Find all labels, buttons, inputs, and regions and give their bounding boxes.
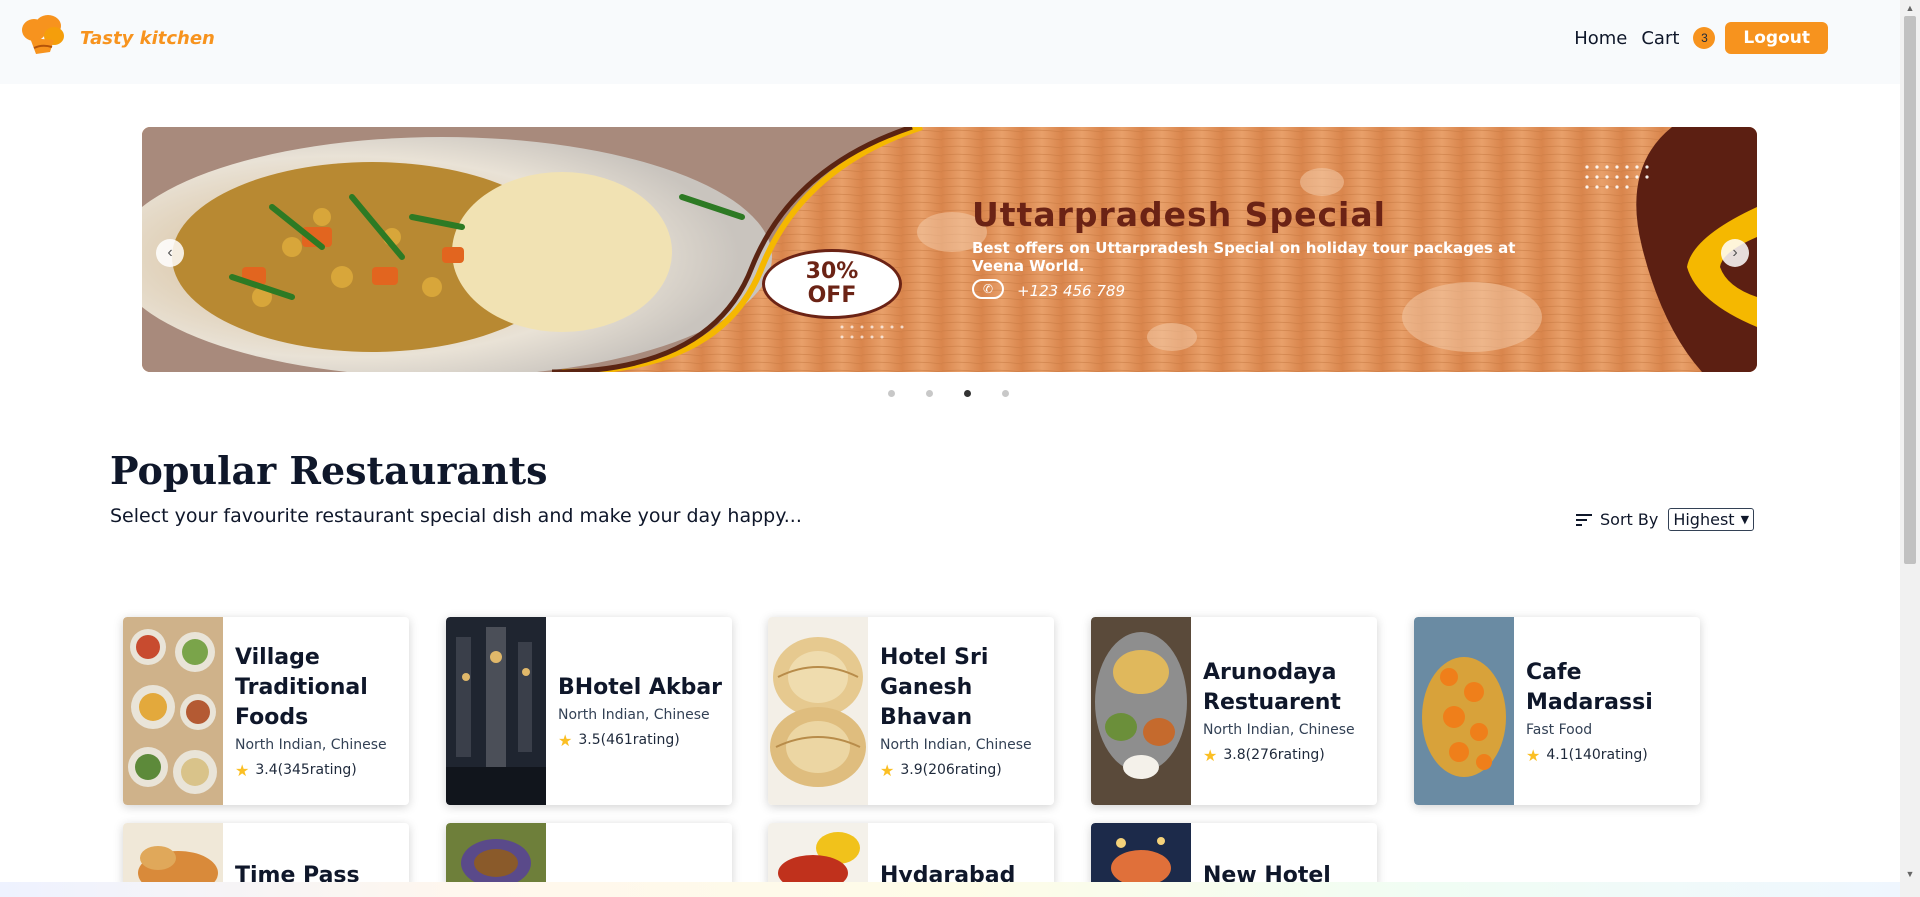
restaurant-cuisine: Fast Food [1526,721,1593,738]
cart-count-badge: 3 [1693,27,1716,49]
restaurant-cuisine: North Indian, Chinese [880,736,1032,753]
restaurant-name: Arunodaya Restuarent [1203,659,1341,715]
restaurant-card[interactable]: Cafe Madarassi Fast Food ★ 4.1(140rating) [1414,617,1700,805]
restaurant-card[interactable]: Hydarabad [768,823,1054,887]
restaurant-name: BHotel Akbar [558,674,723,700]
discount-badge: 30% OFF [762,249,902,319]
offers-carousel[interactable]: 30% OFF Uttarpradesh Special Best offers… [142,127,1757,372]
restaurant-thumbnail [123,617,223,805]
carousel-dots [888,390,1040,397]
restaurant-info: BHotel Akbar North Indian, Chinese ★ 3.5(… [558,617,728,805]
carousel-next-arrow-icon[interactable]: › [1721,239,1749,267]
sort-lines-icon [1576,513,1592,526]
rating-text: 3.9(206rating) [900,762,1002,778]
star-icon: ★ [558,730,573,750]
restaurant-info: Village Traditional Foods North Indian, … [235,617,405,805]
banner-description: Best offers on Uttarpradesh Special on h… [972,239,1516,275]
restaurant-name: Hotel Sri Ganesh Bhavan [880,644,989,730]
nav-home-link[interactable]: Home [1574,28,1627,49]
rating-text: 3.4(345rating) [255,762,357,778]
chef-hat-logo-icon[interactable] [20,14,66,56]
brand-name[interactable]: Tasty kitchen [80,28,215,49]
restaurant-thumbnail [123,823,223,887]
restaurant-info [558,823,728,887]
sort-control: Sort By Highest ▼ [1576,508,1755,531]
restaurant-card[interactable]: Hotel Sri Ganesh Bhavan North Indian, Ch… [768,617,1054,805]
restaurant-card[interactable]: New Hotel [1091,823,1377,887]
restaurant-info: Cafe Madarassi Fast Food ★ 4.1(140rating) [1526,617,1696,805]
carousel-prev-arrow-icon[interactable]: ‹ [156,239,184,267]
restaurant-rating: ★ 4.1(140rating) [1526,746,1696,765]
nav-links: Home Cart 3 Logout [1574,22,1828,54]
restaurant-card[interactable] [446,823,732,887]
rating-text: 3.5(461rating) [578,732,680,748]
rating-text: 3.8(276rating) [1223,747,1325,763]
restaurant-cuisine: North Indian, Chinese [558,706,710,723]
restaurant-rating: ★ 3.9(206rating) [880,761,1050,780]
nav-cart-link[interactable]: Cart [1641,28,1679,49]
star-icon: ★ [1203,745,1218,765]
discount-percent: 30% [805,259,859,284]
restaurant-thumbnail [446,823,546,887]
page-scrollbar[interactable]: ▲ ▼ [1900,0,1920,897]
navbar: Tasty kitchen Home Cart 3 Logout [0,0,1900,84]
restaurant-card[interactable]: Village Traditional Foods North Indian, … [123,617,409,805]
restaurant-thumbnail [446,617,546,805]
restaurant-thumbnail [768,617,868,805]
restaurant-info: New Hotel [1203,823,1373,887]
restaurant-rating: ★ 3.8(276rating) [1203,746,1373,765]
popular-restaurants-subtitle: Select your favourite restaurant special… [110,505,802,527]
restaurant-card[interactable]: Time Pass The [123,823,409,887]
chevron-down-icon: ▼ [1740,513,1750,526]
banner-phone: +123 456 789 [1017,282,1125,300]
carousel-dot-4[interactable] [1002,390,1009,397]
sort-select[interactable]: Highest ▼ [1668,508,1755,531]
restaurant-info: Hydarabad [880,823,1050,887]
carousel-dot-3[interactable] [964,390,971,397]
restaurant-card[interactable]: BHotel Akbar North Indian, Chinese ★ 3.5(… [446,617,732,805]
scroll-up-arrow-icon[interactable]: ▲ [1904,2,1916,14]
restaurant-cuisine: North Indian, Chinese [1203,721,1355,738]
rating-text: 4.1(140rating) [1546,747,1648,763]
restaurant-cuisine: North Indian, Chinese [235,736,387,753]
carousel-dot-1[interactable] [888,390,895,397]
restaurant-name: Village Traditional Foods [235,644,368,730]
discount-off: OFF [807,283,857,308]
restaurant-thumbnail [1414,617,1514,805]
star-icon: ★ [235,760,250,780]
popular-restaurants-heading: Popular Restaurants [110,448,548,493]
whatsapp-icon: ✆ [972,279,1004,299]
restaurant-card[interactable]: Arunodaya Restuarent North Indian, Chine… [1091,617,1377,805]
star-icon: ★ [1526,745,1541,765]
star-icon: ★ [880,760,895,780]
carousel-dot-2[interactable] [926,390,933,397]
restaurant-thumbnail [1091,823,1191,887]
restaurant-thumbnail [1091,617,1191,805]
bottom-bar [0,882,1920,897]
banner-title: Uttarpradesh Special [972,195,1386,234]
sort-select-value: Highest [1673,510,1735,529]
restaurant-rating: ★ 3.5(461rating) [558,731,728,750]
sort-by-label: Sort By [1600,510,1659,529]
restaurant-info: Time Pass The [235,823,405,887]
scrollbar-thumb[interactable] [1904,16,1916,564]
restaurant-info: Arunodaya Restuarent North Indian, Chine… [1203,617,1373,805]
restaurant-thumbnail [768,823,868,887]
restaurant-rating: ★ 3.4(345rating) [235,761,405,780]
logout-button[interactable]: Logout [1725,22,1828,54]
scroll-down-arrow-icon[interactable]: ▼ [1904,868,1916,880]
restaurant-name: Cafe Madarassi [1526,659,1653,715]
restaurant-info: Hotel Sri Ganesh Bhavan North Indian, Ch… [880,617,1050,805]
